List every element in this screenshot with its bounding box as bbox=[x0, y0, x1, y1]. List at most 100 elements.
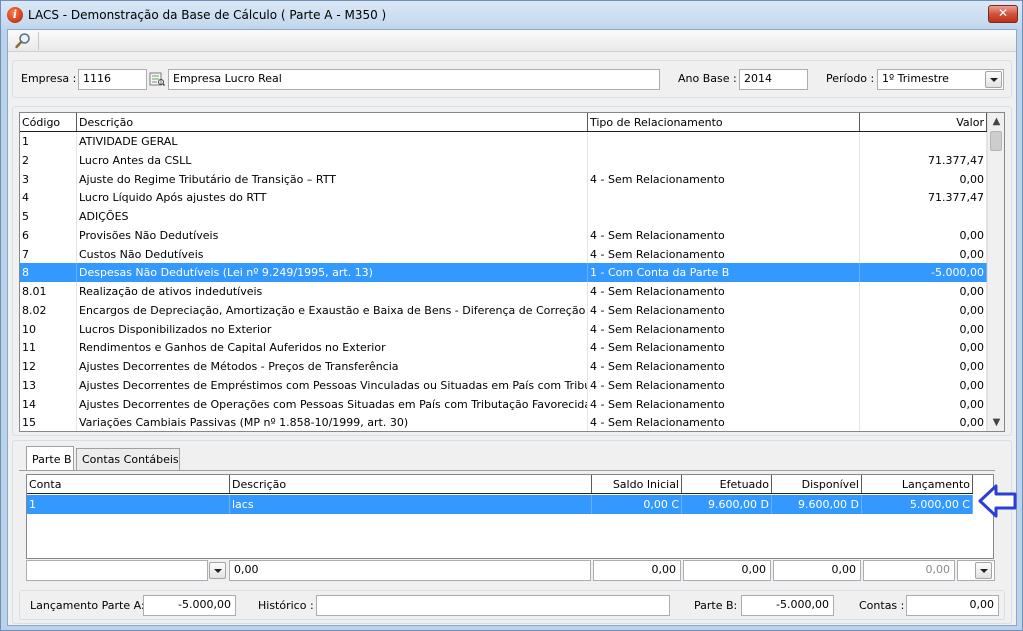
cell-descricao: ATIVIDADE GERAL bbox=[77, 132, 588, 151]
table-row[interactable]: 1 ATIVIDADE GERAL bbox=[20, 132, 987, 151]
table-row[interactable]: 1 lacs 0,00 C 9.600,00 D 9.600,00 D 5.00… bbox=[27, 495, 973, 514]
edit-descricao-field[interactable]: 0,00 bbox=[229, 560, 591, 581]
periodo-label: Período : bbox=[826, 72, 875, 85]
cell-valor: 0,00 bbox=[860, 413, 987, 431]
col-valor[interactable]: Valor bbox=[860, 113, 987, 131]
cell-codigo: 15 bbox=[20, 413, 77, 431]
search-button[interactable] bbox=[12, 31, 34, 51]
cell-tipo-relacionamento: 1 - Com Conta da Parte B bbox=[588, 263, 860, 283]
parte-b-header: Conta Descrição Saldo Inicial Efetuado D… bbox=[27, 475, 973, 494]
lookup-empresa-button[interactable] bbox=[149, 70, 165, 88]
cell-descricao: Ajustes Decorrentes de Operações com Pes… bbox=[77, 394, 588, 414]
cell-tipo-relacionamento: 4 - Sem Relacionamento bbox=[588, 282, 860, 301]
table-row[interactable]: 8 Despesas Não Dedutíveis (Lei nº 9.249/1… bbox=[20, 263, 987, 283]
table-row[interactable]: 6 Provisões Não Dedutíveis 4 - Sem Relacio… bbox=[20, 225, 987, 245]
cell-tipo-relacionamento: 4 - Sem Relacionamento bbox=[588, 338, 860, 358]
empresa-name-field[interactable]: Empresa Lucro Real bbox=[168, 69, 660, 90]
parte-a-scrollbar[interactable]: ▲ ▼ bbox=[987, 113, 1004, 431]
scroll-down-icon[interactable]: ▼ bbox=[988, 414, 1004, 431]
cell-valor: 0,00 bbox=[860, 244, 987, 264]
empresa-code-field[interactable]: 1116 bbox=[78, 69, 147, 90]
ano-base-field[interactable]: 2014 bbox=[739, 69, 808, 90]
table-row[interactable]: 8.01 Realização de ativos indedutíveis 4 -… bbox=[20, 282, 987, 301]
lancamento-parte-a-field[interactable]: -5.000,00 bbox=[143, 595, 236, 616]
contas-total-field[interactable]: 0,00 bbox=[906, 595, 999, 616]
scroll-thumb[interactable] bbox=[990, 131, 1002, 151]
cell-codigo: 2 bbox=[20, 150, 77, 170]
cell-valor: 0,00 bbox=[860, 319, 987, 339]
cell-valor: 0,00 bbox=[860, 394, 987, 414]
table-row[interactable]: 13 Ajustes Decorrentes de Empréstimos com… bbox=[20, 375, 987, 395]
col-lancamento[interactable]: Lançamento bbox=[862, 475, 973, 493]
cell-descricao: Lucro Antes da CSLL bbox=[77, 150, 588, 170]
cell-descricao: Variações Cambiais Passivas (MP nº 1.858… bbox=[77, 413, 588, 431]
tab-divider bbox=[19, 470, 995, 471]
lancamento-dropdown-button[interactable] bbox=[975, 562, 992, 579]
edit-lancamento-field[interactable]: 0,00 bbox=[863, 560, 955, 581]
historico-field[interactable] bbox=[316, 595, 670, 616]
scroll-up-icon[interactable]: ▲ bbox=[988, 113, 1004, 130]
col-conta[interactable]: Conta bbox=[27, 475, 230, 493]
table-row[interactable]: 11 Rendimentos e Ganhos de Capital Auferi… bbox=[20, 338, 987, 358]
table-row[interactable]: 2 Lucro Antes da CSLL 71.377,47 bbox=[20, 150, 987, 170]
edit-efetuado-field[interactable]: 0,00 bbox=[683, 560, 771, 581]
cell-descricao: Ajustes Decorrentes de Métodos - Preços … bbox=[77, 357, 588, 376]
cell-tipo-relacionamento: 4 - Sem Relacionamento bbox=[588, 375, 860, 395]
cell-descricao: Rendimentos e Ganhos de Capital Auferido… bbox=[77, 338, 588, 358]
col-tipo-relacionamento[interactable]: Tipo de Relacionamento bbox=[588, 113, 860, 131]
empresa-label: Empresa : bbox=[21, 72, 77, 85]
cell-valor bbox=[860, 207, 987, 226]
tab-parte-b[interactable]: Parte B bbox=[26, 446, 74, 470]
col-disponivel[interactable]: Disponível bbox=[772, 475, 862, 493]
table-row[interactable]: 12 Ajustes Decorrentes de Métodos - Preço… bbox=[20, 357, 987, 376]
cell-valor: 71.377,47 bbox=[860, 188, 987, 208]
table-row[interactable]: 10 Lucros Disponibilizados no Exterior 4 -… bbox=[20, 319, 987, 339]
col-descricao[interactable]: Descrição bbox=[77, 113, 588, 131]
col-efetuado[interactable]: Efetuado bbox=[682, 475, 772, 493]
cell-descricao: Encargos de Depreciação, Amortização e E… bbox=[77, 300, 588, 320]
cell-descricao: lacs bbox=[230, 495, 592, 514]
cell-descricao: Ajuste do Regime Tributário de Transição… bbox=[77, 169, 588, 189]
lancamento-parte-a-label: Lançamento Parte A: bbox=[30, 599, 145, 612]
cell-tipo-relacionamento: 4 - Sem Relacionamento bbox=[588, 244, 860, 264]
conta-select[interactable] bbox=[26, 560, 208, 581]
cell-descricao: ADIÇÕES bbox=[77, 207, 588, 226]
cell-tipo-relacionamento bbox=[588, 188, 860, 208]
col-saldo-inicial[interactable]: Saldo Inicial bbox=[592, 475, 682, 493]
col-codigo[interactable]: Código bbox=[20, 113, 77, 131]
cell-valor: 0,00 bbox=[860, 225, 987, 245]
edit-saldo-inicial-field[interactable]: 0,00 bbox=[593, 560, 681, 581]
cell-descricao: Lucros Disponibilizados no Exterior bbox=[77, 319, 588, 339]
cell-disponivel: 9.600,00 D bbox=[772, 495, 862, 514]
cell-conta: 1 bbox=[27, 495, 230, 514]
cell-descricao: Lucro Líquido Após ajustes do RTT bbox=[77, 188, 588, 208]
parte-b-grid: Conta Descrição Saldo Inicial Efetuado D… bbox=[26, 474, 994, 559]
table-row[interactable]: 15 Variações Cambiais Passivas (MP nº 1.8… bbox=[20, 413, 987, 431]
cell-tipo-relacionamento bbox=[588, 207, 860, 226]
tab-contas-contabeis[interactable]: Contas Contábeis bbox=[76, 448, 180, 470]
table-row[interactable]: 8.02 Encargos de Depreciação, Amortização… bbox=[20, 300, 987, 320]
conta-dropdown-button[interactable] bbox=[209, 562, 226, 579]
table-row[interactable]: 3 Ajuste do Regime Tributário de Transiçã… bbox=[20, 169, 987, 189]
table-row[interactable]: 7 Custos Não Dedutíveis 4 - Sem Relacionam… bbox=[20, 244, 987, 264]
col-b-descricao[interactable]: Descrição bbox=[230, 475, 592, 493]
cell-codigo: 3 bbox=[20, 169, 77, 189]
edit-disponivel-field[interactable]: 0,00 bbox=[773, 560, 861, 581]
lacs-window: i LACS - Demonstração da Base de Cálculo… bbox=[0, 0, 1023, 631]
cell-codigo: 6 bbox=[20, 225, 77, 245]
periodo-dropdown-button[interactable] bbox=[985, 71, 1002, 88]
title-bar[interactable]: i LACS - Demonstração da Base de Cálculo… bbox=[1, 1, 1022, 29]
cell-codigo: 10 bbox=[20, 319, 77, 339]
cell-descricao: Realização de ativos indedutíveis bbox=[77, 282, 588, 301]
client-area: Empresa : 1116 Empresa Lucro Real Ano Ba… bbox=[7, 29, 1017, 626]
table-row[interactable]: 14 Ajustes Decorrentes de Operações com P… bbox=[20, 394, 987, 414]
close-button[interactable]: ✕ bbox=[988, 5, 1018, 23]
cell-tipo-relacionamento: 4 - Sem Relacionamento bbox=[588, 357, 860, 376]
table-row[interactable]: 5 ADIÇÕES bbox=[20, 207, 987, 226]
cell-codigo: 1 bbox=[20, 132, 77, 151]
cell-codigo: 5 bbox=[20, 207, 77, 226]
cell-codigo: 12 bbox=[20, 357, 77, 376]
table-row[interactable]: 4 Lucro Líquido Após ajustes do RTT 71.377… bbox=[20, 188, 987, 208]
parte-b-total-field[interactable]: -5.000,00 bbox=[741, 595, 834, 616]
cell-tipo-relacionamento: 4 - Sem Relacionamento bbox=[588, 225, 860, 245]
